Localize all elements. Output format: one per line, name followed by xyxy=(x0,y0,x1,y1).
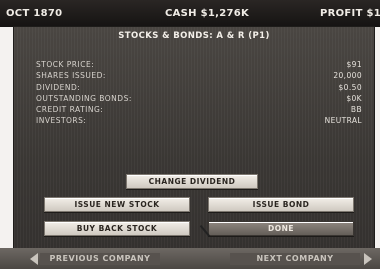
stat-value: 20,000 xyxy=(333,71,362,81)
stat-row-stock-price: Stock Price: $91 xyxy=(36,60,362,71)
change-dividend-button[interactable]: Change Dividend xyxy=(126,174,258,189)
profit-readout: Profit $10K xyxy=(320,8,380,19)
done-button[interactable]: Done xyxy=(208,221,354,236)
company-stats: Stock Price: $91 Shares Issued: 20,000 D… xyxy=(36,60,362,128)
stat-value: $0.50 xyxy=(338,82,362,92)
stat-label: Credit Rating: xyxy=(36,105,104,115)
stat-label: Investors: xyxy=(36,116,87,126)
stat-value: $91 xyxy=(346,60,362,69)
stat-label: Outstanding Bonds: xyxy=(36,93,132,103)
next-company-button[interactable]: Next Company xyxy=(230,253,360,265)
stat-row-outstanding-bonds: Outstanding Bonds: $0K xyxy=(36,94,362,105)
company-navigation-bar: Previous Company Next Company xyxy=(0,248,380,269)
buy-back-stock-button[interactable]: Buy Back Stock xyxy=(44,221,190,236)
game-screen: Oct 1870 Cash $1,276K Profit $10K Stocks… xyxy=(0,0,380,269)
stat-value: NEUTRAL xyxy=(324,116,362,126)
cash-readout: Cash $1,276K xyxy=(165,8,250,19)
stat-label: Dividend: xyxy=(36,82,81,92)
current-date: Oct 1870 xyxy=(6,8,63,19)
stat-row-dividend: Dividend: $0.50 xyxy=(36,83,362,94)
previous-company-button[interactable]: Previous Company xyxy=(40,253,160,265)
previous-arrow-icon[interactable] xyxy=(30,253,38,265)
panel-title: Stocks & Bonds: A & R (P1) xyxy=(118,31,270,41)
stat-row-shares-issued: Shares Issued: 20,000 xyxy=(36,71,362,82)
status-bar: Oct 1870 Cash $1,276K Profit $10K xyxy=(0,0,380,27)
stat-value: BB xyxy=(350,105,362,115)
issue-bond-button[interactable]: Issue Bond xyxy=(208,197,354,212)
stocks-bonds-panel: Stocks & Bonds: A & R (P1) Stock Price: … xyxy=(13,26,375,250)
stat-row-credit-rating: Credit Rating: BB xyxy=(36,105,362,116)
stat-value: $0K xyxy=(346,93,362,103)
next-arrow-icon[interactable] xyxy=(364,253,372,265)
issue-new-stock-button[interactable]: Issue New Stock xyxy=(44,197,190,212)
stat-label: Stock Price: xyxy=(36,60,95,69)
stat-row-investors: Investors: NEUTRAL xyxy=(36,116,362,127)
stat-label: Shares Issued: xyxy=(36,71,106,81)
